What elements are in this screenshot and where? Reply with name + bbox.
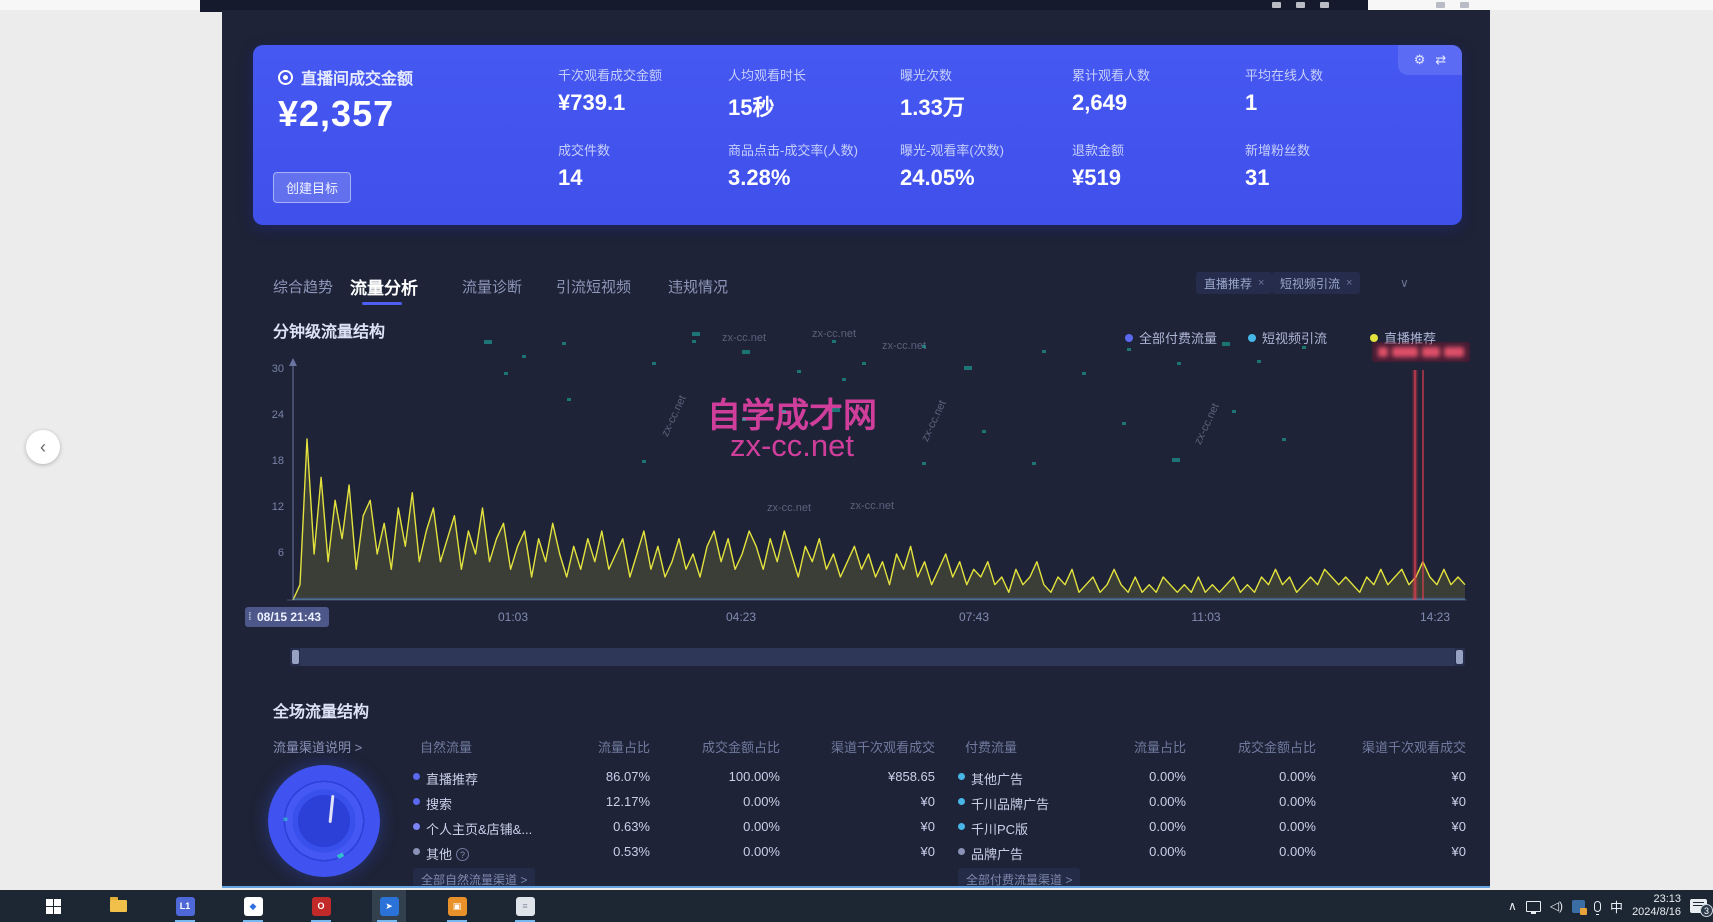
- notification-icon[interactable]: 3: [1690, 899, 1707, 913]
- row-dot: [413, 773, 420, 780]
- filter-tag-short-video[interactable]: 短视频引流 ×: [1272, 272, 1360, 294]
- taskbar-app-notepad[interactable]: ≡: [510, 890, 540, 922]
- row-dot: [413, 798, 420, 805]
- kpi-metric-9: 新增粉丝数 31: [1245, 140, 1410, 191]
- file-explorer-button[interactable]: [103, 890, 133, 922]
- tray-app-icon[interactable]: [1572, 900, 1585, 913]
- all-paid-channels-link[interactable]: 全部付费流量渠道 >: [958, 868, 1080, 888]
- notepad-icon: ≡: [516, 897, 535, 916]
- chrome-icon[interactable]: [1436, 2, 1445, 8]
- kpi-card-tools: ⚙ ⇄: [1398, 45, 1462, 75]
- kpi-metric-8: 退款金额 ¥519: [1072, 140, 1237, 191]
- traffic-section-title: 全场流量结构: [273, 698, 369, 722]
- chart-range-slider[interactable]: [290, 648, 1465, 666]
- close-icon[interactable]: ×: [1258, 277, 1264, 289]
- info-icon[interactable]: ?: [456, 848, 469, 861]
- swap-icon[interactable]: ⇄: [1435, 52, 1446, 68]
- clock-date: 2024/8/16: [1632, 906, 1681, 919]
- taskbar-app-t[interactable]: ◆: [238, 890, 268, 922]
- kpi-metric-6: 商品点击-成交率(人数) 3.28%: [728, 140, 893, 191]
- kpi-title-row: 直播间成交金额: [278, 65, 413, 89]
- paid-header: 付费流量: [965, 737, 1017, 756]
- dashboard-window: 直播间成交金额 ¥2,357 创建目标 千次观看成交金额 ¥739.1 人均观看…: [222, 10, 1490, 888]
- kpi-card-title: 直播间成交金额: [301, 65, 413, 89]
- pointer-app-icon: ➤: [380, 897, 399, 916]
- target-icon: [278, 70, 293, 85]
- legend-dot: [1370, 334, 1378, 342]
- row-dot: [958, 798, 965, 805]
- kpi-metric-2: 曝光次数 1.33万: [900, 65, 1065, 122]
- kpi-metric-5: 成交件数 14: [558, 140, 723, 191]
- natural-header: 自然流量: [420, 737, 472, 756]
- close-icon[interactable]: ×: [1346, 277, 1352, 289]
- kpi-metric-0: 千次观看成交金额 ¥739.1: [558, 65, 723, 116]
- chevron-down-icon[interactable]: ∨: [1400, 276, 1409, 290]
- minute-chart-title: 分钟级流量结构: [273, 318, 385, 342]
- o-app-icon: O: [312, 897, 331, 916]
- kpi-metric-4: 平均在线人数 1: [1245, 65, 1410, 116]
- chrome-icon[interactable]: [1320, 2, 1329, 8]
- kpi-metric-1: 人均观看时长 15秒: [728, 65, 893, 122]
- orange-app-icon: ▣: [448, 897, 467, 916]
- tray-chevron-up-icon[interactable]: ∧: [1508, 899, 1517, 913]
- range-handle-right[interactable]: [1456, 650, 1463, 664]
- active-tab-underline: [362, 302, 402, 305]
- tab-traffic-diagnosis[interactable]: 流量诊断: [462, 276, 522, 297]
- kpi-card: 直播间成交金额 ¥2,357 创建目标 千次观看成交金额 ¥739.1 人均观看…: [253, 45, 1462, 225]
- taskbar: L1 ◆ O ➤ ▣ ≡ ∧ ◁) 中: [0, 890, 1713, 922]
- channel-help-link[interactable]: 流量渠道说明 >: [273, 737, 362, 756]
- volume-icon[interactable]: ◁): [1550, 899, 1563, 913]
- taskbar-app-o[interactable]: O: [306, 890, 336, 922]
- chrome-icon[interactable]: [1460, 2, 1469, 8]
- legend-dot: [1125, 334, 1133, 342]
- x-axis-start-badge[interactable]: 08/15 21:43: [245, 607, 329, 627]
- chrome-icon[interactable]: [1296, 2, 1305, 8]
- tab-short-video[interactable]: 引流短视频: [556, 276, 631, 297]
- taskbar-app-l1[interactable]: L1: [170, 890, 200, 922]
- taskbar-app-browser[interactable]: ➤: [372, 890, 406, 922]
- window-bottom-border: [222, 886, 1490, 888]
- filter-tag-live-recommend[interactable]: 直播推荐 ×: [1196, 272, 1272, 294]
- clock-time: 23:13: [1632, 893, 1681, 906]
- windows-logo-icon: [46, 899, 61, 914]
- tab-violations[interactable]: 违规情况: [668, 276, 728, 297]
- chrome-icon[interactable]: [1272, 2, 1281, 8]
- kpi-main-value: ¥2,357: [278, 93, 394, 135]
- system-tray: ∧ ◁) 中 23:13 2024/8/16 3: [1508, 890, 1707, 922]
- l1-app-icon: L1: [176, 897, 195, 916]
- taskbar-app-orange[interactable]: ▣: [442, 890, 472, 922]
- folder-icon: [110, 900, 127, 912]
- legend-short-video[interactable]: 短视频引流: [1248, 328, 1327, 347]
- back-chevron-button[interactable]: ‹: [26, 430, 60, 464]
- range-handle-left[interactable]: [292, 650, 299, 664]
- tab-traffic-analysis[interactable]: 流量分析: [350, 274, 418, 299]
- traffic-donut-chart: [268, 765, 380, 877]
- donut-label-mark: [329, 795, 335, 823]
- tab-overall-trend[interactable]: 综合趋势: [273, 276, 333, 297]
- taskbar-clock[interactable]: 23:13 2024/8/16: [1632, 893, 1681, 919]
- traffic-line-chart[interactable]: [262, 350, 1472, 605]
- microphone-icon[interactable]: [1594, 901, 1601, 912]
- notification-badge: 3: [1700, 904, 1713, 917]
- row-dot: [413, 823, 420, 830]
- row-dot: [958, 773, 965, 780]
- gear-icon[interactable]: ⚙: [1414, 52, 1426, 68]
- network-icon[interactable]: [1526, 901, 1541, 912]
- all-natural-channels-link[interactable]: 全部自然流量渠道 >: [413, 868, 535, 888]
- kpi-metric-3: 累计观看人数 2,649: [1072, 65, 1237, 116]
- range-fill: [300, 648, 1455, 666]
- row-dot: [413, 848, 420, 855]
- kpi-metric-7: 曝光-观看率(次数) 24.05%: [900, 140, 1065, 191]
- screen: ‹ 直播间成交金额 ¥2,357 创建目标 千次观看成交金额 ¥739.1 人均…: [0, 0, 1713, 922]
- legend-paid-traffic[interactable]: 全部付费流量: [1125, 328, 1217, 347]
- spike-annotation-badge: [1372, 342, 1470, 362]
- row-dot: [958, 848, 965, 855]
- start-button[interactable]: [38, 890, 68, 922]
- row-dot: [958, 823, 965, 830]
- create-goal-button[interactable]: 创建目标: [273, 172, 351, 203]
- legend-dot: [1248, 334, 1256, 342]
- ime-indicator[interactable]: 中: [1610, 897, 1623, 916]
- t-app-icon: ◆: [244, 897, 263, 916]
